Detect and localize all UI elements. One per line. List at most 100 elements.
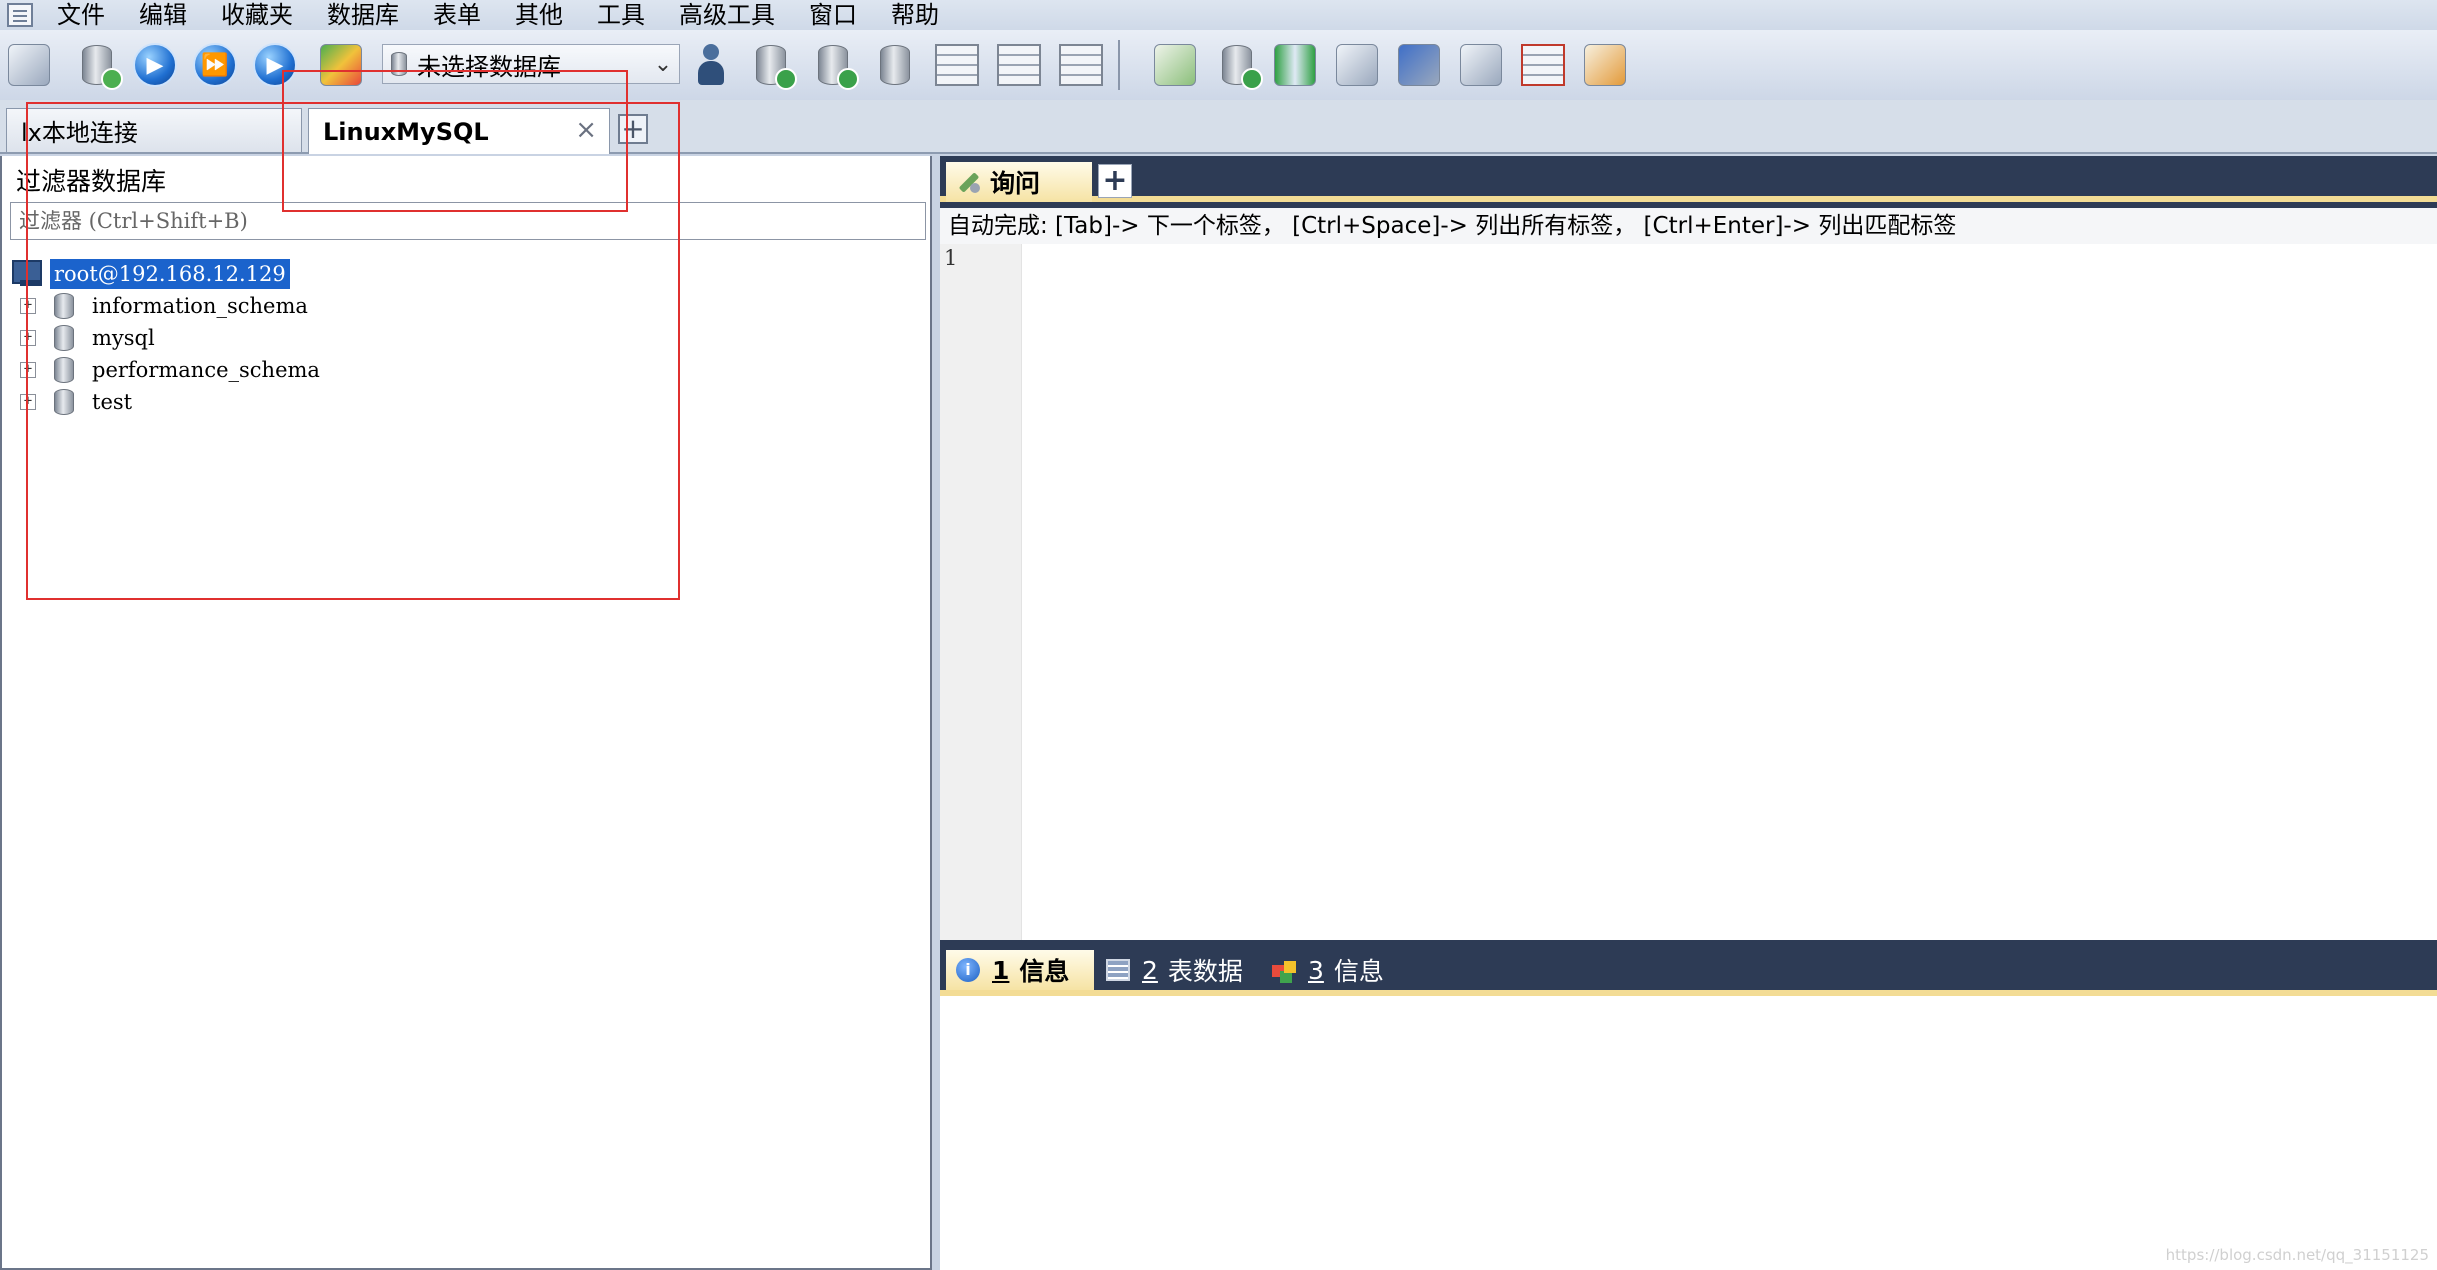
menu-table[interactable]: 表单: [416, 0, 498, 30]
tree-item-database[interactable]: + mysql: [2, 322, 155, 354]
table-grid-button[interactable]: [930, 38, 984, 92]
tab-number: 2: [1142, 955, 1158, 985]
results-tab-table-data[interactable]: 2 表数据: [1096, 950, 1260, 990]
user-manager-icon: [696, 44, 726, 86]
database-name: performance_schema: [92, 358, 320, 382]
results-tab-bar: i 1 信息 2 表数据 3 信息: [940, 940, 2437, 996]
restore-db-icon: [818, 45, 859, 90]
tree-item-database[interactable]: + test: [2, 386, 132, 418]
tree-item-database[interactable]: + information_schema: [2, 290, 308, 322]
table-grid-icon: [935, 44, 979, 86]
expand-icon[interactable]: +: [20, 362, 36, 378]
db-sync-icon: [1222, 45, 1263, 90]
menu-tools[interactable]: 工具: [580, 0, 662, 30]
add-connection-tab-button[interactable]: +: [618, 114, 648, 144]
backup-db-button[interactable]: [744, 38, 798, 92]
database-icon: [54, 325, 74, 351]
tab-label: 信息: [1333, 957, 1384, 986]
root-connection-label: root@192.168.12.129: [50, 259, 290, 289]
connection-tab-label: LinuxMySQL: [323, 117, 489, 146]
table-grid-2-button[interactable]: [992, 38, 1046, 92]
chevron-down-icon: ⌄: [653, 51, 673, 77]
tab-label: 表数据: [1167, 957, 1243, 986]
menu-help[interactable]: 帮助: [874, 0, 956, 30]
backup-db-icon: [756, 45, 797, 90]
filter-input[interactable]: [10, 202, 926, 240]
copy-db-icon: [880, 45, 910, 85]
scheduler-icon: [1398, 44, 1440, 86]
copy-db-button[interactable]: [868, 38, 922, 92]
user-manager-button[interactable]: [684, 38, 738, 92]
add-query-tab-button[interactable]: +: [1098, 164, 1132, 198]
expand-icon[interactable]: +: [20, 394, 36, 410]
import-icon: [320, 44, 362, 86]
table-grid-3-button[interactable]: [1054, 38, 1108, 92]
menu-others[interactable]: 其他: [498, 0, 580, 30]
server-icon: [12, 260, 46, 288]
table-icon: [1106, 959, 1130, 981]
menu-window[interactable]: 窗口: [792, 0, 874, 30]
execute-button[interactable]: ▶: [128, 38, 182, 92]
database-icon: [391, 52, 407, 76]
connection-tab-linuxmysql[interactable]: LinuxMySQL ×: [308, 108, 610, 154]
expand-icon[interactable]: +: [20, 298, 36, 314]
execute-all-button[interactable]: ⏩: [188, 38, 242, 92]
connection-tab-local[interactable]: lx本地连接: [6, 108, 302, 152]
query-tab[interactable]: 询问: [946, 162, 1092, 202]
tree-root-connection[interactable]: root@192.168.12.129: [2, 258, 290, 290]
filter-label: 过滤器数据库: [16, 167, 167, 196]
autocomplete-hint: 自动完成: [Tab]-> 下一个标签， [Ctrl+Space]-> 列出所有…: [940, 208, 2437, 244]
execute-selected-button[interactable]: ▶: [248, 38, 302, 92]
database-select[interactable]: 未选择数据库 ⌄: [382, 44, 680, 84]
table-designer-button[interactable]: [1516, 38, 1570, 92]
toolbar: ▶ ⏩ ▶ 未选择数据库 ⌄: [0, 30, 2437, 100]
schema-sync-button[interactable]: [1268, 38, 1322, 92]
database-name: test: [92, 390, 133, 414]
results-tab-info[interactable]: 3 信息: [1262, 950, 1400, 990]
table-grid-2-icon: [997, 44, 1041, 86]
watermark: https://blog.csdn.net/qq_31151125: [2165, 1246, 2429, 1264]
menu-database[interactable]: 数据库: [310, 0, 416, 30]
info-blocks-icon: [1272, 959, 1298, 981]
toolbar-separator: [1118, 40, 1120, 90]
menu-favorites[interactable]: 收藏夹: [204, 0, 310, 30]
data-transfer-button[interactable]: [1330, 38, 1384, 92]
tab-number: 3: [1308, 955, 1324, 985]
database-name: mysql: [92, 326, 155, 350]
info-icon: i: [956, 958, 980, 982]
database-select-value: 未选择数据库: [417, 52, 561, 81]
database-icon: [54, 293, 74, 319]
query-icon: [956, 169, 982, 195]
menu-edit[interactable]: 编辑: [122, 0, 204, 30]
query-builder-button[interactable]: [1454, 38, 1508, 92]
query-tab-label: 询问: [990, 169, 1041, 198]
close-icon[interactable]: ×: [575, 115, 597, 145]
sql-editor[interactable]: 1: [940, 244, 2437, 940]
schema-designer-icon: [1584, 44, 1626, 86]
schema-designer-button[interactable]: [1578, 38, 1632, 92]
new-connection-button[interactable]: [2, 38, 56, 92]
plus-icon: +: [621, 112, 645, 145]
tab-number: 1: [992, 955, 1010, 985]
new-connection-icon: [8, 44, 50, 86]
new-query-button[interactable]: [70, 38, 124, 92]
object-browser: 过滤器数据库 root@192.168.12.129 + information…: [0, 156, 932, 1270]
query-tab-bar: 询问 +: [940, 156, 2437, 202]
connection-tab-label: lx本地连接: [21, 119, 138, 147]
results-tab-messages[interactable]: i 1 信息: [946, 950, 1094, 990]
line-number: 1: [944, 246, 958, 270]
db-sync-button[interactable]: [1210, 38, 1264, 92]
line-gutter: 1: [940, 244, 1022, 940]
execute-icon: ▶: [133, 43, 177, 87]
tree-item-database[interactable]: + performance_schema: [2, 354, 320, 386]
menu-powertools[interactable]: 高级工具: [662, 0, 792, 30]
data-transfer-icon: [1336, 44, 1378, 86]
import-button[interactable]: [314, 38, 368, 92]
schema-sync-icon: [1274, 44, 1316, 86]
menu-file[interactable]: 文件: [40, 0, 122, 30]
sql-edit-button[interactable]: [1148, 38, 1202, 92]
table-grid-3-icon: [1059, 44, 1103, 86]
expand-icon[interactable]: +: [20, 330, 36, 346]
restore-db-button[interactable]: [806, 38, 860, 92]
scheduler-button[interactable]: [1392, 38, 1446, 92]
